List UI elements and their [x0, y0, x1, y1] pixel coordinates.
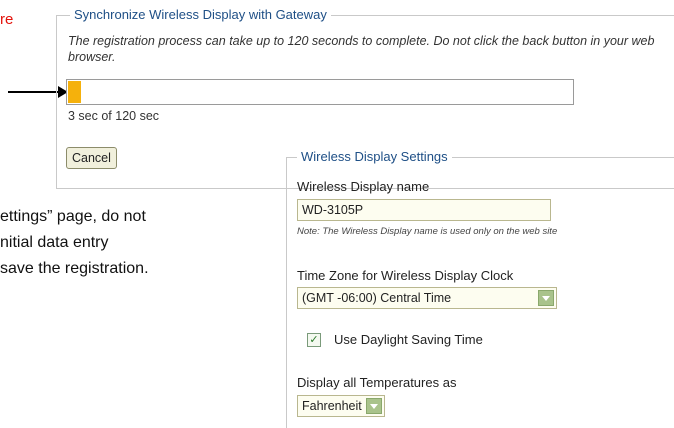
- timezone-label: Time Zone for Wireless Display Clock: [297, 268, 514, 283]
- display-name-note: Note: The Wireless Display name is used …: [297, 226, 558, 237]
- temperature-label: Display all Temperatures as: [297, 375, 457, 390]
- progress-fill: [68, 81, 81, 103]
- doc-red-fragment: re: [0, 11, 14, 28]
- doc-line-2: nitial data entry: [0, 234, 109, 251]
- doc-line-3: save the registration.: [0, 260, 149, 277]
- chevron-down-icon[interactable]: [366, 398, 382, 414]
- timezone-select[interactable]: (GMT -06:00) Central Time: [297, 287, 557, 309]
- temperature-select[interactable]: Fahrenheit: [297, 395, 385, 417]
- display-name-label: Wireless Display name: [297, 179, 430, 194]
- arrow-shaft: [8, 91, 60, 93]
- temperature-value: Fahrenheit: [302, 399, 362, 413]
- dst-checkbox[interactable]: ✓: [307, 333, 321, 347]
- check-icon: ✓: [309, 334, 319, 346]
- chevron-down-icon[interactable]: [538, 290, 554, 306]
- settings-panel-legend: Wireless Display Settings: [297, 149, 452, 164]
- cancel-button[interactable]: Cancel: [66, 147, 117, 169]
- timezone-value: (GMT -06:00) Central Time: [302, 291, 452, 305]
- progress-text: 3 sec of 120 sec: [68, 109, 160, 123]
- display-name-input[interactable]: WD-3105P: [297, 199, 551, 221]
- dst-label: Use Daylight Saving Time: [334, 332, 483, 347]
- doc-line-1: ettings” page, do not: [0, 208, 146, 225]
- progress-bar: [66, 79, 574, 105]
- sync-panel-legend: Synchronize Wireless Display with Gatewa…: [70, 7, 331, 22]
- sync-description: The registration process can take up to …: [68, 34, 655, 64]
